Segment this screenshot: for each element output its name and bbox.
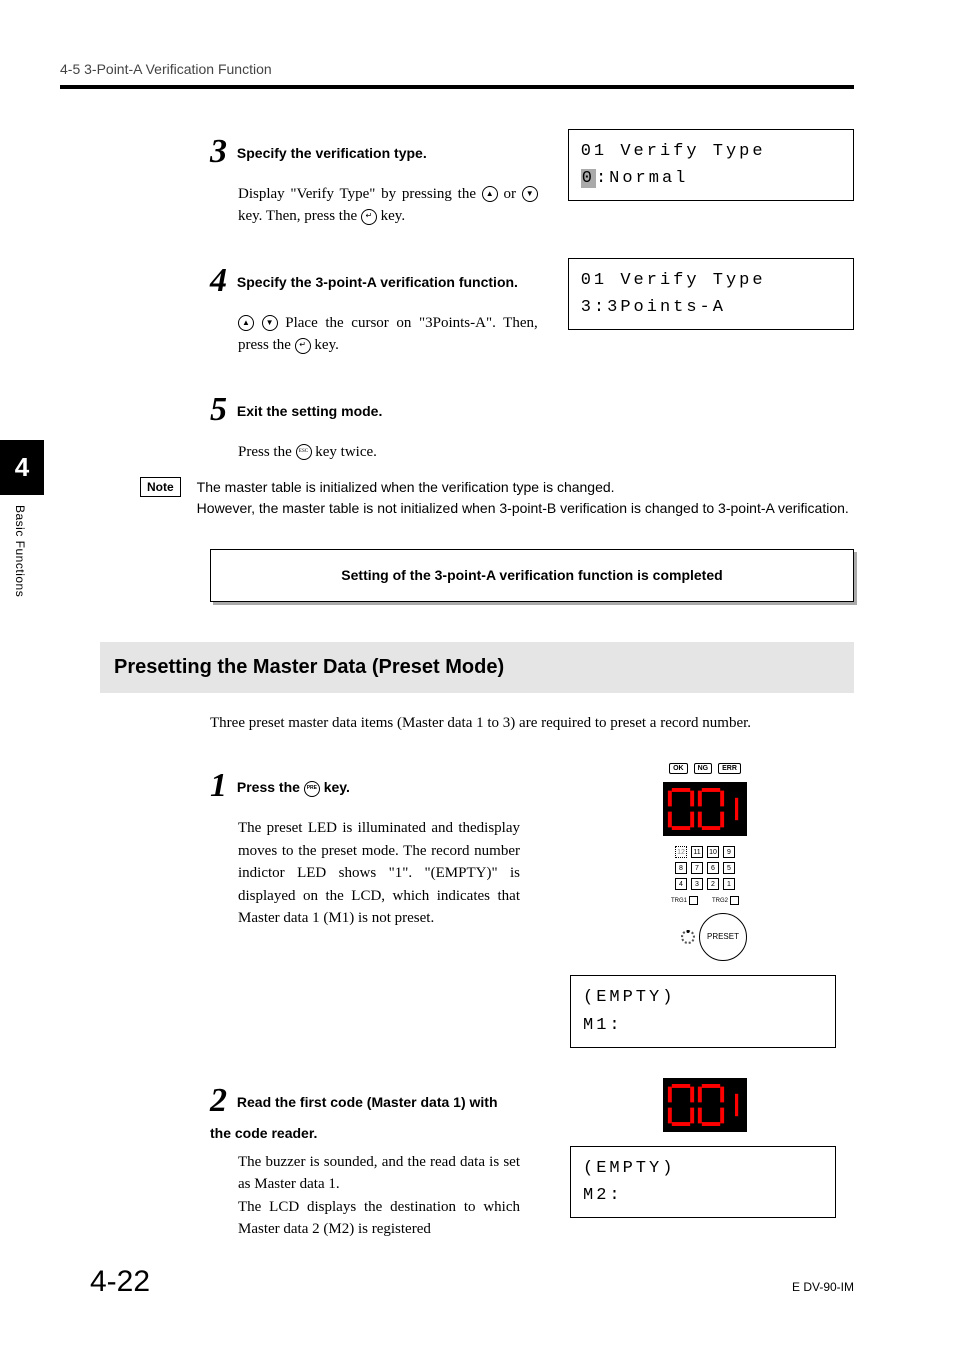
seven-segment-display — [663, 782, 747, 836]
up-key-icon: ▲ — [238, 315, 254, 331]
lcd-line-2: M2: — [583, 1182, 823, 1209]
device-diagram: OK NG ERR 1211109 8765 4321 — [630, 763, 780, 961]
lcd-line-2: M1: — [583, 1012, 823, 1039]
lcd-display: 01 Verify Type 0:Normal — [568, 129, 854, 201]
preset-step-1: 1 Press the PRE key. The preset LED is i… — [210, 763, 854, 1048]
lcd-line-2: 0:Normal — [581, 165, 841, 192]
completion-banner: Setting of the 3-point-A verification fu… — [210, 549, 854, 602]
err-badge: ERR — [718, 763, 741, 774]
lcd-display: (EMPTY) M1: — [570, 975, 836, 1047]
step-title: Specify the verification type. — [237, 145, 427, 161]
document-reference: E DV-90-IM — [792, 1279, 854, 1295]
step-number: 2 — [210, 1082, 227, 1119]
step-4: 4 Specify the 3-point-A verification fun… — [210, 258, 854, 357]
chapter-number: 4 — [0, 440, 44, 495]
lcd-line-1: 01 Verify Type — [581, 138, 841, 165]
step-number: 4 — [210, 262, 227, 299]
step-number: 1 — [210, 767, 227, 804]
chapter-label: Basic Functions — [12, 505, 28, 597]
step-body: The buzzer is sounded, and the read data… — [238, 1151, 520, 1241]
lcd-line-1: 01 Verify Type — [581, 267, 841, 294]
lcd-display: 01 Verify Type 3:3Points-A — [568, 258, 854, 330]
ng-badge: NG — [694, 763, 713, 774]
side-tab: 4 Basic Functions — [0, 440, 60, 597]
lcd-line-1: (EMPTY) — [583, 1155, 823, 1182]
step-body: The preset LED is illuminated and thedis… — [238, 817, 520, 930]
enter-key-icon: ↵ — [295, 338, 311, 354]
esc-key-icon: ESC — [296, 444, 312, 460]
step-5: 5 Exit the setting mode. Press the ESC k… — [210, 387, 854, 463]
trg2-label: TRG2 — [712, 896, 739, 905]
enter-key-icon: ↵ — [361, 209, 377, 225]
note: Note The master table is initialized whe… — [140, 477, 854, 519]
step-number: 3 — [210, 133, 227, 170]
step-title: Specify the 3-point-A verification funct… — [237, 274, 518, 290]
down-key-icon: ▼ — [522, 186, 538, 202]
seven-segment-display — [663, 1078, 747, 1132]
page-number: 4-22 — [90, 1262, 150, 1303]
pre-key-icon: PRE — [304, 781, 320, 797]
step-number: 5 — [210, 391, 227, 428]
trg1-label: TRG1 — [671, 896, 698, 905]
lcd-line-2: 3:3Points-A — [581, 294, 841, 321]
lcd-display: (EMPTY) M2: — [570, 1146, 836, 1218]
preset-step-2: 2 Read the first code (Master data 1) wi… — [210, 1078, 854, 1241]
down-key-icon: ▼ — [262, 315, 278, 331]
note-label: Note — [140, 477, 181, 497]
preset-led-icon — [681, 930, 695, 944]
lcd-line-1: (EMPTY) — [583, 984, 823, 1011]
note-text: The master table is initialized when the… — [197, 477, 849, 519]
running-header: 4-5 3-Point-A Verification Function — [60, 60, 854, 79]
section-heading: Presetting the Master Data (Preset Mode) — [100, 642, 854, 693]
step-title: Read the first code (Master data 1) with… — [210, 1094, 498, 1141]
section-intro: Three preset master data items (Master d… — [210, 713, 854, 733]
up-key-icon: ▲ — [482, 186, 498, 202]
indicator-grid: 1211109 8765 4321 — [630, 846, 780, 890]
step-3: 3 Specify the verification type. Display… — [210, 129, 854, 228]
preset-button-icon: PRESET — [699, 913, 747, 961]
ok-badge: OK — [669, 763, 688, 774]
step-title: Exit the setting mode. — [237, 403, 382, 419]
header-rule — [60, 85, 854, 89]
